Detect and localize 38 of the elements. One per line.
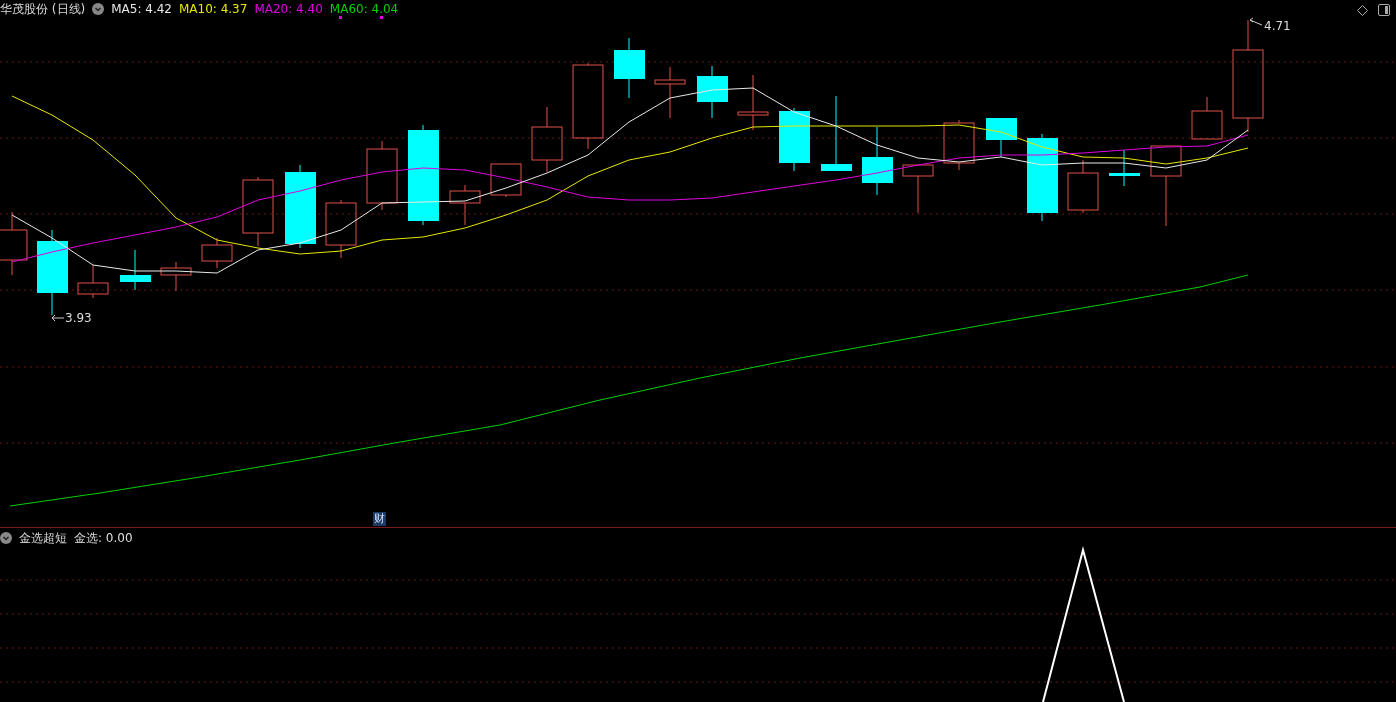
candlestick [943, 119, 975, 171]
candlestick [201, 237, 233, 269]
candlestick [1109, 149, 1140, 187]
candlestick [697, 65, 728, 119]
ma-value: MA5: 4.42 [111, 2, 172, 16]
candlestick [160, 261, 192, 292]
candlestick [654, 66, 686, 119]
candlestick [614, 37, 645, 99]
collapse-icon[interactable] [92, 3, 105, 15]
high-price-label: 4.71 [1264, 19, 1291, 33]
candlestick [1191, 96, 1223, 140]
ma-value: MA20: 4.40 [254, 2, 323, 16]
ma-value: MA60: 4.04 [329, 2, 399, 16]
indicator-value: 金选: 0.00 [74, 529, 133, 547]
candlestick [779, 107, 810, 172]
candlestick [490, 163, 522, 198]
candlestick [1067, 159, 1099, 214]
collapse-icon[interactable] [0, 532, 12, 544]
stock-title: 华茂股份 (日线) [0, 0, 86, 18]
candlestick [242, 176, 274, 247]
panel-toggle-icon[interactable] [1378, 4, 1390, 16]
candlestick [120, 249, 151, 291]
leader-line [51, 314, 65, 322]
candlestick [902, 164, 934, 214]
indicator-name: 金选超短 [19, 529, 67, 547]
ma-value: MA10: 4.37 [179, 2, 248, 16]
candlestick [366, 140, 398, 211]
candlestick [531, 106, 563, 173]
candlestick [862, 126, 893, 196]
candlestick [449, 184, 481, 226]
low-price-label: 3.93 [65, 311, 92, 325]
candlestick [737, 74, 769, 131]
finance-event-badge[interactable]: 财 [373, 512, 386, 526]
diamond-icon[interactable] [1357, 4, 1368, 16]
candlestick [0, 211, 28, 276]
leader-line [1249, 17, 1263, 26]
candlestick [77, 264, 109, 299]
candlestick [325, 199, 357, 259]
